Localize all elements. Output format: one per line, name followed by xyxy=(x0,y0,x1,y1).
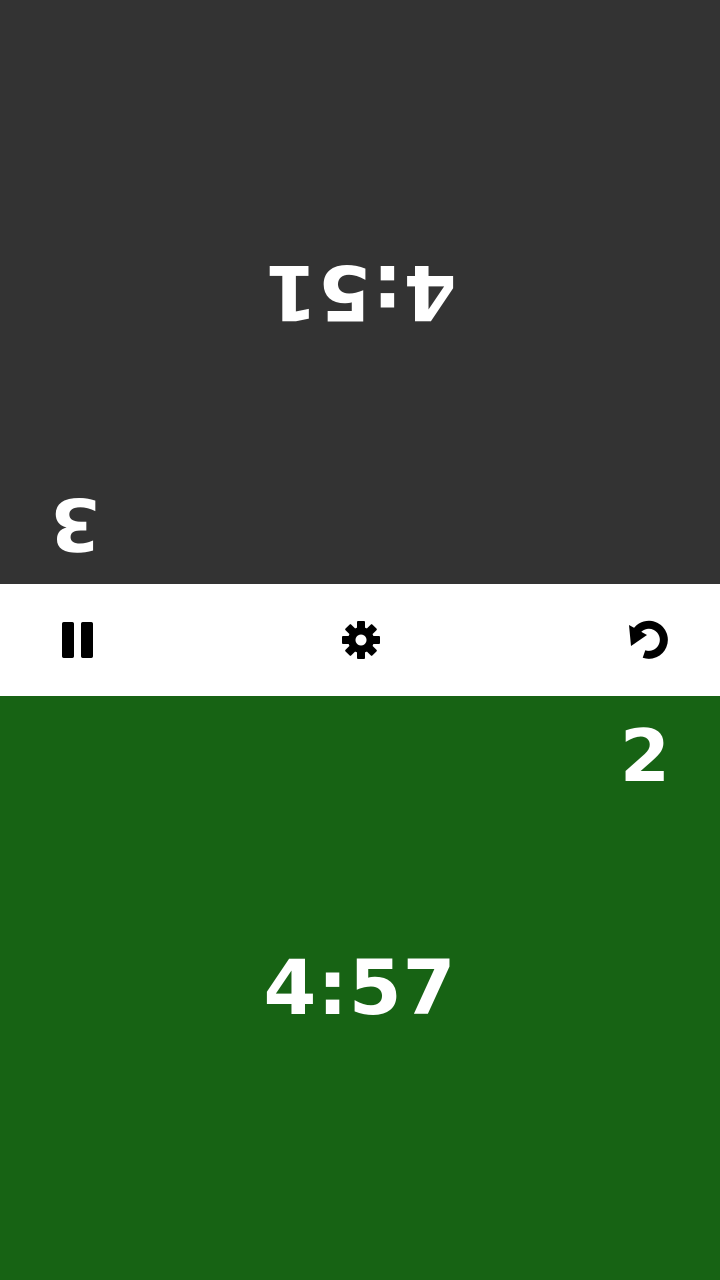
top-player-time: 4:51 xyxy=(263,248,457,337)
top-player-clock[interactable]: 4:51 3 xyxy=(0,0,720,584)
pause-icon xyxy=(62,622,93,658)
control-toolbar xyxy=(0,584,720,696)
top-player-clock-content: 4:51 3 xyxy=(0,0,720,584)
chess-clock-app: 4:51 3 4:57 2 xyxy=(0,0,720,1280)
pause-button[interactable] xyxy=(50,612,106,668)
bottom-player-clock-content: 4:57 2 xyxy=(0,696,720,1280)
reset-button[interactable] xyxy=(620,612,676,668)
settings-button[interactable] xyxy=(333,612,389,668)
bottom-player-time: 4:57 xyxy=(263,943,457,1032)
bottom-player-move-count: 2 xyxy=(619,714,670,798)
bottom-player-clock[interactable]: 4:57 2 xyxy=(0,696,720,1280)
gear-icon xyxy=(342,621,380,659)
reset-icon xyxy=(629,620,668,659)
top-player-move-count: 3 xyxy=(50,482,101,566)
